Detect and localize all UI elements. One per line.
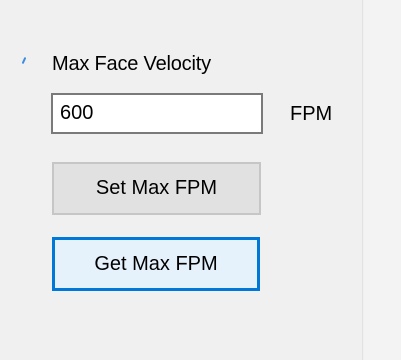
max-face-velocity-label: Max Face Velocity (52, 53, 211, 75)
adjacent-panel (364, 0, 401, 360)
set-max-fpm-button[interactable]: Set Max FPM (52, 162, 261, 215)
fpm-unit-label: FPM (290, 103, 333, 125)
max-face-velocity-input[interactable] (51, 93, 263, 134)
get-max-fpm-button[interactable]: Get Max FPM (52, 237, 260, 291)
focus-marker-icon (21, 56, 27, 65)
settings-panel: Max Face Velocity FPM Set Max FPM Get Ma… (0, 0, 363, 360)
